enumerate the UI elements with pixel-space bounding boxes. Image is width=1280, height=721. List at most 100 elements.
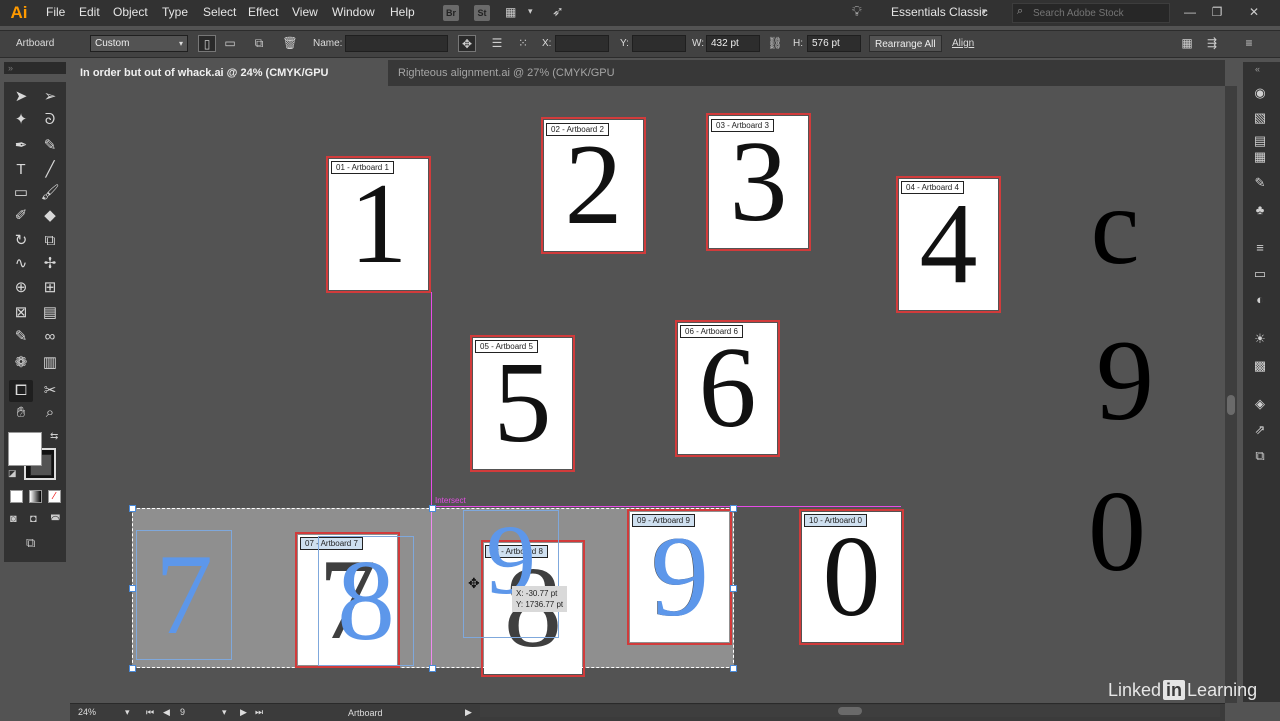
selection-handle[interactable] xyxy=(129,665,136,672)
first-artboard-icon[interactable]: ⏮ xyxy=(146,706,154,718)
type-tool-icon[interactable]: T xyxy=(9,159,33,181)
tab-in-order-but-out-of-whack[interactable]: In order but out of whack.ai @ 24% (CMYK… xyxy=(70,60,388,105)
symbol-sprayer-tool-icon[interactable]: ❁ xyxy=(9,352,33,374)
zoom-level[interactable]: 24% xyxy=(78,706,96,718)
artboard-1[interactable]: 1 xyxy=(326,156,431,293)
close-window-icon[interactable]: ✕ xyxy=(1244,3,1264,21)
y-field[interactable] xyxy=(632,35,686,52)
warp-tool-icon[interactable]: ∿ xyxy=(9,253,33,275)
symbols-icon[interactable]: ♣ xyxy=(1250,201,1270,219)
chevron-down-icon[interactable]: ▾ xyxy=(222,706,227,718)
artboard-label[interactable]: 05 - Artboard 5 xyxy=(475,340,538,353)
panel-menu-icon[interactable]: ≡ xyxy=(1240,35,1258,52)
constrain-proportions-icon[interactable]: ⛓︎ xyxy=(766,35,784,52)
line-segment-tool-icon[interactable]: ╱ xyxy=(38,159,62,181)
next-artboard-icon[interactable]: ▶ xyxy=(240,706,247,718)
swap-fill-stroke-icon[interactable]: ⇆ xyxy=(50,431,58,442)
selection-handle[interactable] xyxy=(129,505,136,512)
portrait-orientation-icon[interactable]: ▯ xyxy=(198,35,216,52)
scale-tool-icon[interactable]: ⧉ xyxy=(38,230,62,252)
export-icon[interactable]: ⇗ xyxy=(1250,421,1270,439)
previous-artboard-icon[interactable]: ◀ xyxy=(163,706,170,718)
selection-handle[interactable] xyxy=(730,665,737,672)
gpu-performance-icon[interactable]: ➶ xyxy=(552,3,564,20)
gradient-mode-icon[interactable] xyxy=(29,490,42,503)
direct-selection-tool-icon[interactable]: ➢ xyxy=(38,86,62,108)
collapse-panels-icon[interactable]: « xyxy=(1255,64,1260,74)
move-copy-artwork-icon[interactable]: ✥ xyxy=(458,35,476,52)
arrange-documents-icon[interactable]: ▦ xyxy=(505,5,521,19)
document-info-icon[interactable]: ▧ xyxy=(1250,109,1270,127)
paintbrush-tool-icon[interactable]: 🖌︎ xyxy=(38,182,62,204)
tab-righteous-alignment[interactable]: Righteous alignment.ai @ 27% (CMYK/GPU P… xyxy=(388,60,688,105)
layers-icon[interactable]: ◈ xyxy=(1250,395,1270,413)
screen-mode-icon[interactable]: ⧉ xyxy=(26,535,35,551)
artboard-4[interactable]: 4 xyxy=(896,176,1001,313)
selection-handle[interactable] xyxy=(730,585,737,592)
color-mode-icon[interactable] xyxy=(10,490,23,503)
selection-handle[interactable] xyxy=(429,665,436,672)
artboard-label[interactable]: 06 - Artboard 6 xyxy=(680,325,743,338)
loose-glyph[interactable]: 0 xyxy=(1077,474,1157,590)
lightbulb-icon[interactable]: 💡︎ xyxy=(852,3,862,20)
minimize-icon[interactable]: — xyxy=(1180,3,1200,21)
selection-handle[interactable] xyxy=(129,585,136,592)
stock-icon[interactable]: St xyxy=(474,5,490,21)
color-panel-icon[interactable]: ◉ xyxy=(1250,84,1270,102)
menu-help[interactable]: Help xyxy=(390,5,415,19)
artboards-panel-icon[interactable]: ⧉ xyxy=(1250,447,1270,465)
artboard-tool-icon[interactable]: ⧠ xyxy=(9,380,33,402)
stock-search-box[interactable]: ⌕ xyxy=(1012,3,1170,23)
column-graph-tool-icon[interactable]: ▥ xyxy=(38,352,62,374)
eraser-tool-icon[interactable]: ◆ xyxy=(38,205,62,227)
rectangle-tool-icon[interactable]: ▭ xyxy=(9,182,33,204)
curvature-tool-icon[interactable]: ✎ xyxy=(38,135,62,157)
pen-tool-icon[interactable]: ✒ xyxy=(9,135,33,157)
magic-wand-tool-icon[interactable]: ✦ xyxy=(9,109,33,131)
status-menu-icon[interactable]: ▶ xyxy=(465,706,472,718)
none-mode-icon[interactable]: ⁄ xyxy=(48,490,61,503)
graphic-styles-icon[interactable]: ▩ xyxy=(1250,357,1270,375)
workspace-options-icon[interactable]: ⇶ xyxy=(1203,35,1221,52)
delete-artboard-icon[interactable]: 🗑︎ xyxy=(281,35,299,52)
artboard-6[interactable]: 6 xyxy=(675,320,780,457)
shaper-tool-icon[interactable]: ✐ xyxy=(9,205,33,227)
artboard-label[interactable]: 03 - Artboard 3 xyxy=(711,119,774,132)
canvas[interactable]: 1 01 - Artboard 1 2 02 - Artboard 2 3 03… xyxy=(70,86,1225,703)
height-field[interactable]: 576 pt xyxy=(807,35,861,52)
artboard-options-icon[interactable]: ☰ xyxy=(488,35,506,52)
loose-glyph[interactable]: 9 xyxy=(1085,323,1165,439)
menu-view[interactable]: View xyxy=(292,5,318,19)
new-artboard-icon[interactable]: ⧉ xyxy=(250,35,268,52)
menu-effect[interactable]: Effect xyxy=(248,5,278,19)
hand-tool-icon[interactable]: ✋︎ xyxy=(9,402,33,424)
artboard-2[interactable]: 2 xyxy=(541,117,646,254)
last-artboard-icon[interactable]: ⏭ xyxy=(255,706,263,718)
default-fill-stroke-icon[interactable]: ◪ xyxy=(8,468,17,479)
chevron-down-icon[interactable]: ▾ xyxy=(982,6,987,17)
shape-builder-tool-icon[interactable]: ⊕ xyxy=(9,277,33,299)
menu-select[interactable]: Select xyxy=(203,5,236,19)
draw-behind-icon[interactable]: ◘ xyxy=(30,513,37,525)
menu-type[interactable]: Type xyxy=(162,5,188,19)
rotate-tool-icon[interactable]: ↻ xyxy=(9,230,33,252)
draw-inside-icon[interactable]: ◚ xyxy=(50,513,61,526)
rearrange-all-button[interactable]: Rearrange All xyxy=(869,35,942,52)
perspective-grid-tool-icon[interactable]: ⊞ xyxy=(38,277,62,299)
bridge-icon[interactable]: Br xyxy=(443,5,459,21)
transparency-icon[interactable]: ◐ xyxy=(1250,291,1270,309)
gradient-panel-icon[interactable]: ▭ xyxy=(1250,265,1270,283)
artboard-10[interactable]: 0 xyxy=(799,509,904,645)
menu-edit[interactable]: Edit xyxy=(79,5,100,19)
brushes-icon[interactable]: ✎ xyxy=(1250,174,1270,192)
artboard-label[interactable]: 10 - Artboard 0 xyxy=(804,514,867,527)
stroke-panel-icon[interactable]: ≡ xyxy=(1250,239,1270,257)
selection-handle[interactable] xyxy=(730,505,737,512)
artboard-5[interactable]: 5 xyxy=(470,335,575,472)
lasso-tool-icon[interactable]: ᘐ xyxy=(38,109,62,131)
artboard-label[interactable]: 04 - Artboard 4 xyxy=(901,181,964,194)
loose-glyph[interactable]: c xyxy=(1075,171,1155,281)
chevron-down-icon[interactable]: ▾ xyxy=(528,6,533,17)
chevron-down-icon[interactable]: ▾ xyxy=(125,706,130,718)
artboard-label[interactable]: 01 - Artboard 1 xyxy=(331,161,394,174)
